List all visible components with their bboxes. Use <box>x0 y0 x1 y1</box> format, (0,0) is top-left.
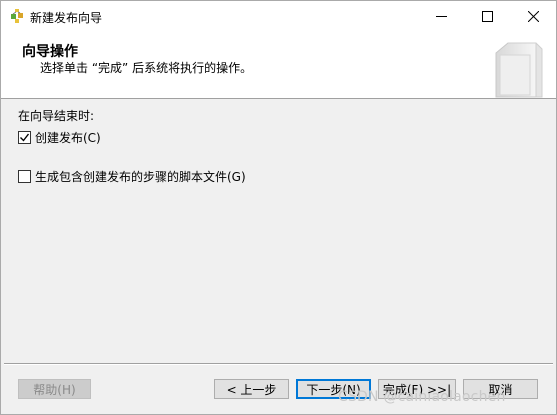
help-button[interactable]: 帮助(H) <box>18 379 91 399</box>
wizard-header: 向导操作 选择单击 “完成” 后系统将执行的操作。 <box>1 32 556 99</box>
page-subtitle: 选择单击 “完成” 后系统将执行的操作。 <box>40 61 253 75</box>
footer-divider <box>4 363 553 365</box>
checkmark-icon <box>20 133 30 142</box>
window-title: 新建发布向导 <box>30 11 103 25</box>
wizard-app-icon <box>10 8 24 24</box>
generate-script-option[interactable]: 生成包含创建发布的步骤的脚本文件(G) <box>18 168 246 185</box>
close-button[interactable] <box>510 1 556 32</box>
page-title: 向导操作 <box>22 44 78 60</box>
create-publication-label: 创建发布(C) <box>35 131 101 145</box>
watermark: CSDN @cainiaolaochen <box>338 389 506 405</box>
wizard-window: 新建发布向导 向导操作 选择单击 “完成” 后系统将执行的操作。 在向导结束时:… <box>0 0 557 415</box>
minimize-icon <box>435 16 447 17</box>
create-publication-option[interactable]: 创建发布(C) <box>18 129 101 146</box>
previous-button[interactable]: < 上一步 <box>214 379 289 399</box>
minimize-button[interactable] <box>418 1 464 32</box>
title-bar[interactable]: 新建发布向导 <box>1 1 556 32</box>
maximize-icon <box>481 11 493 22</box>
maximize-button[interactable] <box>464 1 510 32</box>
section-label: 在向导结束时: <box>18 109 95 123</box>
book-icon <box>488 37 550 99</box>
generate-script-checkbox[interactable] <box>18 170 31 183</box>
create-publication-checkbox[interactable] <box>18 131 31 144</box>
close-icon <box>527 11 539 22</box>
generate-script-label: 生成包含创建发布的步骤的脚本文件(G) <box>35 170 246 184</box>
